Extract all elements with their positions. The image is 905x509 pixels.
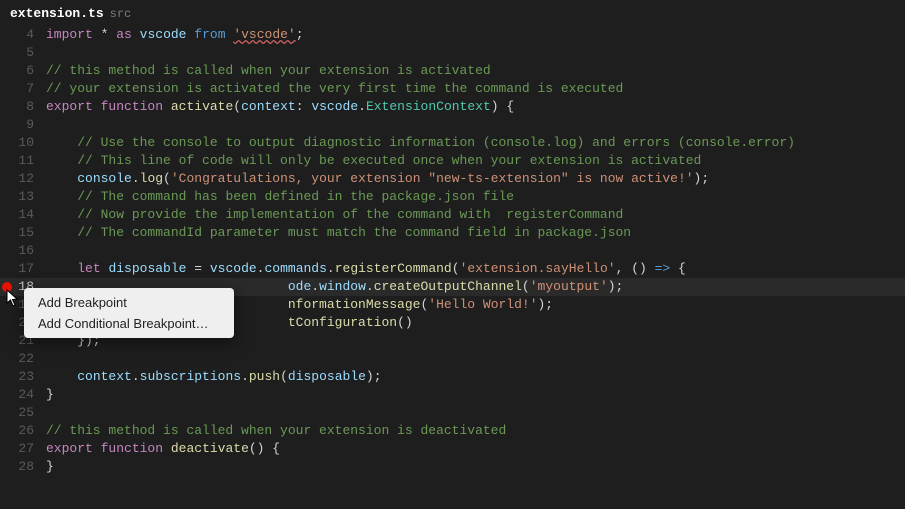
code-line[interactable]: 24} <box>0 386 905 404</box>
code-line[interactable]: 27export function deactivate() { <box>0 440 905 458</box>
code-content[interactable]: // The commandId parameter must match th… <box>46 224 905 242</box>
code-content[interactable]: // The command has been defined in the p… <box>46 188 905 206</box>
line-number[interactable]: 4 <box>0 26 46 44</box>
line-number[interactable]: 17 <box>0 260 46 278</box>
code-content[interactable]: } <box>46 386 905 404</box>
code-line[interactable]: 16 <box>0 242 905 260</box>
line-number[interactable]: 5 <box>0 44 46 62</box>
code-content[interactable]: let disposable = vscode.commands.registe… <box>46 260 905 278</box>
code-line[interactable]: 15 // The commandId parameter must match… <box>0 224 905 242</box>
line-number[interactable]: 15 <box>0 224 46 242</box>
gutter-context-menu: Add Breakpoint Add Conditional Breakpoin… <box>24 288 234 338</box>
line-number[interactable]: 24 <box>0 386 46 404</box>
code-content[interactable]: // your extension is activated the very … <box>46 80 905 98</box>
line-number[interactable]: 28 <box>0 458 46 476</box>
editor-tab[interactable]: extension.ts src <box>0 2 141 25</box>
line-number[interactable]: 23 <box>0 368 46 386</box>
code-line[interactable]: 4import * as vscode from 'vscode'; <box>0 26 905 44</box>
code-content[interactable]: export function deactivate() { <box>46 440 905 458</box>
line-number[interactable]: 13 <box>0 188 46 206</box>
code-line[interactable]: 9 <box>0 116 905 134</box>
line-number[interactable]: 7 <box>0 80 46 98</box>
line-number[interactable]: 25 <box>0 404 46 422</box>
breakpoint-icon[interactable] <box>2 282 12 292</box>
menu-add-breakpoint[interactable]: Add Breakpoint <box>24 292 234 313</box>
line-number[interactable]: 6 <box>0 62 46 80</box>
code-content[interactable]: // this method is called when your exten… <box>46 422 905 440</box>
code-content[interactable]: // This line of code will only be execut… <box>46 152 905 170</box>
line-number[interactable]: 22 <box>0 350 46 368</box>
line-number[interactable]: 26 <box>0 422 46 440</box>
code-line[interactable]: 25 <box>0 404 905 422</box>
line-number[interactable]: 12 <box>0 170 46 188</box>
code-line[interactable]: 8export function activate(context: vscod… <box>0 98 905 116</box>
code-editor[interactable]: 4import * as vscode from 'vscode';56// t… <box>0 26 905 476</box>
code-content[interactable] <box>46 404 905 422</box>
tab-bar: extension.ts src <box>0 0 905 26</box>
line-number[interactable]: 14 <box>0 206 46 224</box>
code-content[interactable] <box>46 116 905 134</box>
code-content[interactable]: // Use the console to output diagnostic … <box>46 134 905 152</box>
code-content[interactable] <box>46 242 905 260</box>
line-number[interactable]: 11 <box>0 152 46 170</box>
code-line[interactable]: 23 context.subscriptions.push(disposable… <box>0 368 905 386</box>
tab-folder: src <box>110 7 132 21</box>
code-line[interactable]: 17 let disposable = vscode.commands.regi… <box>0 260 905 278</box>
code-line[interactable]: 10 // Use the console to output diagnost… <box>0 134 905 152</box>
code-content[interactable]: } <box>46 458 905 476</box>
line-number[interactable]: 10 <box>0 134 46 152</box>
code-line[interactable]: 26// this method is called when your ext… <box>0 422 905 440</box>
code-line[interactable]: 5 <box>0 44 905 62</box>
code-line[interactable]: 7// your extension is activated the very… <box>0 80 905 98</box>
line-number[interactable]: 27 <box>0 440 46 458</box>
code-content[interactable]: // this method is called when your exten… <box>46 62 905 80</box>
code-content[interactable]: import * as vscode from 'vscode'; <box>46 26 905 44</box>
code-content[interactable]: export function activate(context: vscode… <box>46 98 905 116</box>
line-number[interactable]: 9 <box>0 116 46 134</box>
code-line[interactable]: 13 // The command has been defined in th… <box>0 188 905 206</box>
tab-filename: extension.ts <box>10 6 104 21</box>
code-content[interactable] <box>46 44 905 62</box>
code-line[interactable]: 12 console.log('Congratulations, your ex… <box>0 170 905 188</box>
code-content[interactable] <box>46 350 905 368</box>
code-line[interactable]: 11 // This line of code will only be exe… <box>0 152 905 170</box>
code-content[interactable]: console.log('Congratulations, your exten… <box>46 170 905 188</box>
code-line[interactable]: 14 // Now provide the implementation of … <box>0 206 905 224</box>
line-number[interactable]: 16 <box>0 242 46 260</box>
code-line[interactable]: 6// this method is called when your exte… <box>0 62 905 80</box>
code-content[interactable]: context.subscriptions.push(disposable); <box>46 368 905 386</box>
code-line[interactable]: 28} <box>0 458 905 476</box>
menu-add-conditional-breakpoint[interactable]: Add Conditional Breakpoint… <box>24 313 234 334</box>
code-line[interactable]: 22 <box>0 350 905 368</box>
code-content[interactable]: // Now provide the implementation of the… <box>46 206 905 224</box>
line-number[interactable]: 8 <box>0 98 46 116</box>
